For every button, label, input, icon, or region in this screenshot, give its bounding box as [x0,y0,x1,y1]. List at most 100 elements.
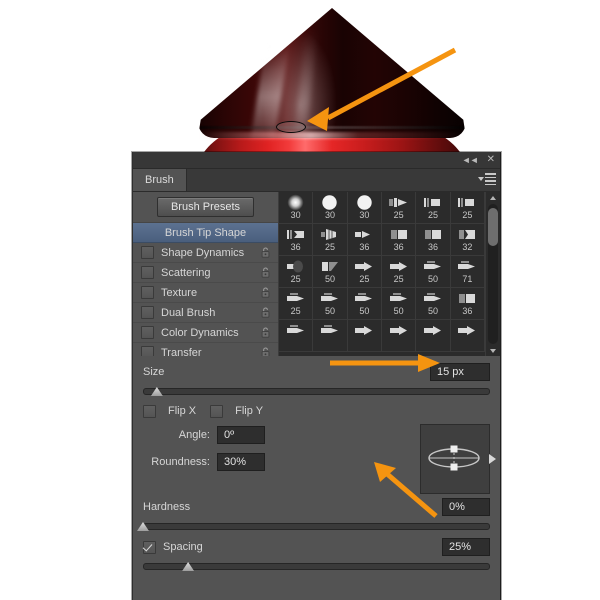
brush-tip-icon [279,290,312,307]
brush-tip-icon [279,322,312,339]
panel-titlebar: ◄◄ ✕ [133,152,500,169]
spacing-input[interactable]: 25% [442,538,490,556]
brush-options-column: Brush Presets Brush Tip Shape Shape Dynam… [133,192,278,356]
roundness-input[interactable]: 30% [217,452,265,471]
flip-y-label: Flip Y [235,405,264,417]
option-row[interactable]: Color Dynamics [133,323,278,343]
brush-tip-tile[interactable]: 71 [450,256,485,288]
option-label: Shape Dynamics [161,246,245,259]
brush-tip-tile[interactable]: 25 [381,192,417,224]
brush-tip-size: 25 [290,274,301,284]
hardness-label: Hardness [143,501,191,513]
brush-tip-icon [279,226,312,243]
brush-tip-tile[interactable]: 36 [279,224,314,256]
brush-tip-tile[interactable]: 36 [416,224,451,256]
flip-x-checkbox[interactable] [143,404,156,418]
option-checkbox[interactable] [141,326,154,339]
brush-angle-preview[interactable] [420,424,496,494]
brush-tip-tile[interactable]: 25 [279,256,314,288]
brush-tip-tile[interactable]: 32 [450,224,485,256]
option-row[interactable]: Texture [133,283,278,303]
angle-roundness-ellipse-icon [428,445,480,471]
brush-tip-size: 32 [462,242,473,252]
option-label: Brush Tip Shape [164,226,247,239]
scroll-up-arrow-icon[interactable] [490,192,496,203]
brush-tip-tile[interactable] [279,320,314,352]
brush-tip-tile[interactable] [313,320,348,352]
brush-tip-tile[interactable]: 25 [279,288,314,320]
scroll-down-arrow-icon[interactable] [490,345,496,356]
brush-tip-tile[interactable] [381,320,417,352]
hardness-slider[interactable] [137,519,490,531]
brush-tip-icon [416,322,449,339]
brush-tip-tile[interactable]: 50 [347,288,382,320]
brush-tip-tile[interactable]: 50 [313,288,348,320]
tab-brush[interactable]: Brush [133,169,187,191]
hardness-input[interactable]: 0% [442,498,490,516]
angle-direction-arrow-icon [489,454,496,464]
flip-y-control[interactable]: Flip Y [210,404,264,418]
brush-tip-icon [313,290,346,307]
panel-menu-icon[interactable] [478,173,496,185]
brush-presets-button[interactable]: Brush Presets [156,197,255,217]
brush-tip-icon [416,226,449,243]
angle-label: Angle: [178,428,210,441]
brush-tip-tile[interactable]: 36 [450,288,485,320]
size-slider[interactable] [143,384,490,396]
option-row[interactable]: Scattering [133,263,278,283]
brush-tip-grid[interactable]: 30 30 30 25 25 25 36 25 36 36 36 32 25 50 25 25 50 71 25 50… [279,192,485,356]
brush-tip-icon [382,226,415,243]
option-checkbox[interactable] [141,266,154,279]
brush-tip-tile[interactable] [416,320,451,352]
hardness-slider-track[interactable] [143,523,490,530]
brush-tip-tile[interactable]: 30 [347,192,382,224]
size-slider-track[interactable] [143,388,490,395]
option-row[interactable]: Shape Dynamics [133,243,278,263]
option-row[interactable]: Transfer [133,343,278,356]
menu-lines-icon [485,173,496,185]
brush-tip-size: 30 [359,210,370,220]
brush-tip-tile[interactable] [450,320,485,352]
brush-tip-shape-header[interactable]: Brush Tip Shape [133,223,278,243]
spacing-slider[interactable] [143,559,490,571]
flip-y-checkbox[interactable] [210,404,224,418]
presets-button-row: Brush Presets [133,192,278,222]
option-checkbox[interactable] [141,306,154,319]
brush-tip-tile[interactable]: 50 [416,288,451,320]
brush-tip-size: 25 [290,306,301,316]
close-icon[interactable]: ✕ [487,155,495,165]
scrollbar-track[interactable] [488,204,498,344]
brush-tip-icon [382,322,415,339]
brush-tip-icon [382,290,415,307]
scrollbar-thumb[interactable] [488,208,498,246]
brush-tip-size: 36 [393,242,404,252]
option-checkbox[interactable] [141,286,154,299]
brush-tip-tile[interactable]: 25 [381,256,417,288]
brush-tip-tile[interactable]: 25 [416,192,451,224]
brush-tip-size: 36 [427,242,438,252]
brush-tip-tile[interactable]: 36 [347,224,382,256]
brush-tip-tile[interactable]: 36 [381,224,417,256]
option-checkbox[interactable] [141,346,154,356]
brush-tip-tile[interactable]: 25 [450,192,485,224]
brush-tip-tile[interactable] [347,320,382,352]
brush-grid-scrollbar[interactable] [485,192,500,356]
option-checkbox[interactable] [141,246,154,259]
size-input[interactable]: 15 px [430,363,490,381]
brush-tip-tile[interactable]: 30 [313,192,348,224]
brush-tip-tile[interactable]: 30 [279,192,314,224]
brush-tip-icon [313,322,346,339]
option-row[interactable]: Dual Brush [133,303,278,323]
collapse-double-arrow-icon[interactable]: ◄◄ [462,155,479,165]
brush-tip-tile[interactable]: 50 [416,256,451,288]
spacing-checkbox[interactable] [143,540,156,554]
spacing-slider-track[interactable] [143,563,490,570]
brush-tip-tile[interactable]: 25 [347,256,382,288]
brush-panel: ◄◄ ✕ Brush Brush Presets Brush Tip Shape… [132,152,501,600]
lock-open-icon [261,287,270,298]
angle-input[interactable]: 0º [217,425,265,444]
flip-x-control[interactable]: Flip X [143,404,196,418]
brush-tip-tile[interactable]: 50 [313,256,348,288]
brush-tip-tile[interactable]: 50 [381,288,417,320]
brush-tip-tile[interactable]: 25 [313,224,348,256]
